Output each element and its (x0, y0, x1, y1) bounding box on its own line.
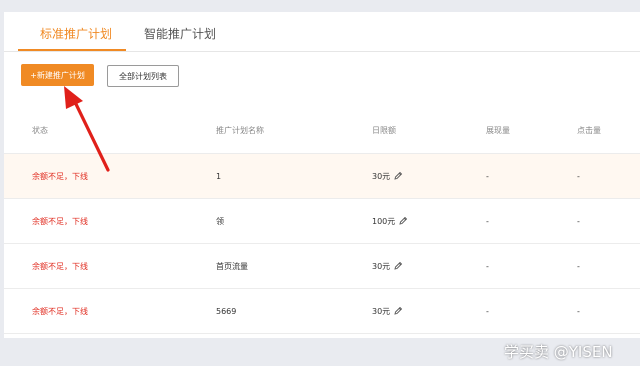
clicks-cell: - (577, 216, 580, 226)
column-header-daily-budget: 日限额 (372, 126, 396, 135)
tab-standard-plans[interactable]: 标准推广计划 (40, 25, 112, 42)
tab-smart-plans[interactable]: 智能推广计划 (144, 25, 216, 42)
pencil-icon[interactable] (393, 171, 403, 181)
status-cell: 余额不足，下线 (32, 216, 88, 226)
daily-budget-cell: 30元 (372, 244, 403, 288)
column-header-clicks: 点击量 (577, 126, 601, 135)
watermark: 学买卖 @YISEN (504, 343, 613, 361)
daily-budget-value: 30元 (372, 261, 391, 271)
plan-table: 状态 推广计划名称 日限额 展现量 点击量 余额不足，下线 1 30元 - - … (4, 108, 640, 334)
plan-panel: 标准推广计划 智能推广计划 +新建推广计划 全部计划列表 状态 推广计划名称 日… (4, 12, 640, 338)
plan-name-cell: 5669 (216, 306, 237, 316)
pencil-icon[interactable] (398, 216, 408, 226)
status-cell: 余额不足，下线 (32, 261, 88, 271)
table-header: 状态 推广计划名称 日限额 展现量 点击量 (4, 108, 640, 154)
impressions-cell: - (486, 306, 489, 316)
table-row[interactable]: 余额不足，下线 首页流量 30元 - - (4, 244, 640, 289)
table-row[interactable]: 余额不足，下线 1 30元 - - (4, 154, 640, 199)
impressions-cell: - (486, 171, 489, 181)
impressions-cell: - (486, 261, 489, 271)
plan-name-cell: 领 (216, 216, 224, 226)
all-plans-button[interactable]: 全部计划列表 (107, 65, 179, 87)
table-row[interactable]: 余额不足，下线 5669 30元 - - (4, 289, 640, 334)
tab-bar: 标准推广计划 智能推广计划 (4, 12, 640, 52)
clicks-cell: - (577, 261, 580, 271)
daily-budget-value: 30元 (372, 306, 391, 316)
plan-name-cell: 首页流量 (216, 261, 248, 271)
daily-budget-value: 100元 (372, 216, 396, 226)
impressions-cell: - (486, 216, 489, 226)
pencil-icon[interactable] (393, 306, 403, 316)
daily-budget-cell: 30元 (372, 289, 403, 333)
daily-budget-cell: 30元 (372, 154, 403, 198)
table-row[interactable]: 余额不足，下线 领 100元 - - (4, 199, 640, 244)
clicks-cell: - (577, 306, 580, 316)
column-header-name: 推广计划名称 (216, 126, 264, 135)
status-cell: 余额不足，下线 (32, 306, 88, 316)
clicks-cell: - (577, 171, 580, 181)
active-tab-indicator (18, 49, 126, 51)
column-header-status: 状态 (32, 126, 48, 135)
column-header-impressions: 展现量 (486, 126, 510, 135)
plan-name-cell: 1 (216, 171, 222, 181)
pencil-icon[interactable] (393, 261, 403, 271)
new-plan-button[interactable]: +新建推广计划 (21, 64, 94, 86)
daily-budget-cell: 100元 (372, 199, 408, 243)
status-cell: 余额不足，下线 (32, 171, 88, 181)
daily-budget-value: 30元 (372, 171, 391, 181)
